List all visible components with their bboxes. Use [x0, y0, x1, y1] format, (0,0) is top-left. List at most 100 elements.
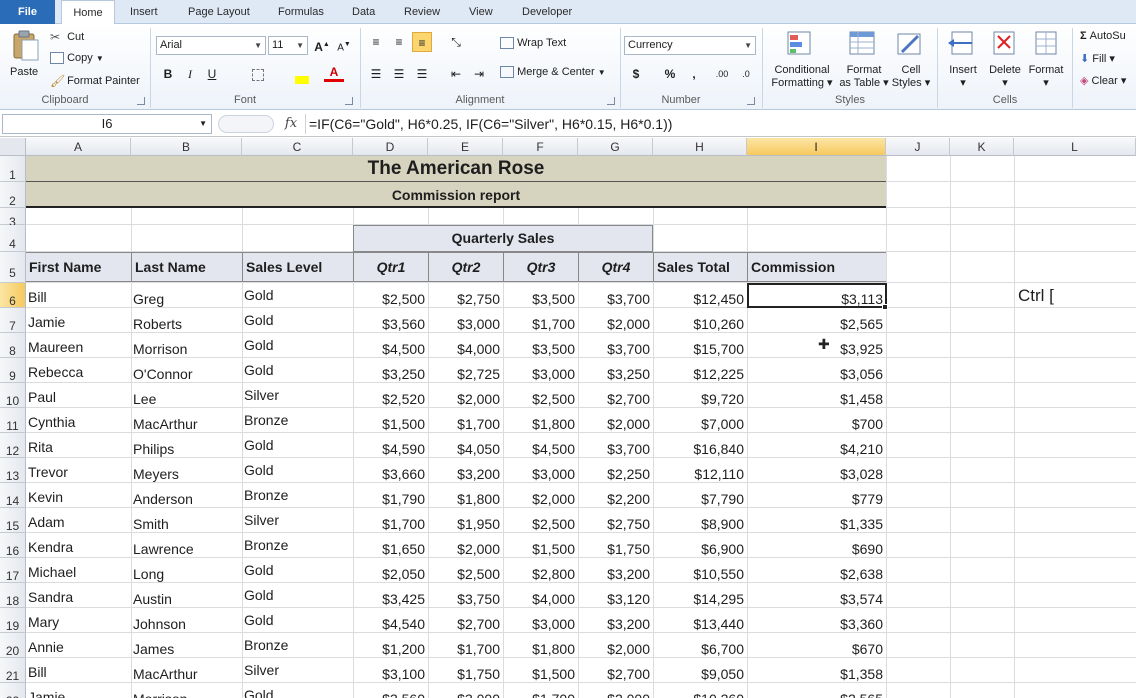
column-label-qtr1[interactable]: Qtr1 [353, 252, 428, 282]
table-cell[interactable]: $2,638 [747, 566, 886, 591]
column-header-a[interactable]: A [26, 138, 131, 156]
table-cell[interactable]: $2,700 [428, 616, 503, 641]
table-cell[interactable]: $2,500 [353, 291, 428, 316]
table-cell[interactable]: Anderson [131, 491, 242, 516]
row-header[interactable]: 15 [0, 508, 26, 533]
table-cell[interactable]: $1,800 [428, 491, 503, 516]
format-as-table-button[interactable]: Format as Table ▾ [838, 64, 890, 90]
conditional-formatting-icon[interactable] [786, 30, 816, 60]
table-cell[interactable]: $4,500 [353, 341, 428, 366]
decrease-indent-icon[interactable]: ⇤ [446, 64, 466, 84]
table-cell[interactable]: $1,800 [503, 641, 578, 666]
table-cell[interactable]: $3,250 [353, 366, 428, 391]
table-cell[interactable]: Gold [242, 612, 353, 637]
format-painter-button[interactable]: 🖌 Format Painter [50, 74, 140, 88]
table-cell[interactable]: $2,700 [578, 391, 653, 416]
table-cell[interactable]: $1,200 [353, 641, 428, 666]
table-cell[interactable]: $6,700 [653, 641, 747, 666]
row-header[interactable]: 1 [0, 156, 26, 182]
table-cell[interactable]: Gold [242, 587, 353, 612]
table-cell[interactable]: $3,925 [747, 341, 886, 366]
table-cell[interactable]: $3,700 [578, 341, 653, 366]
table-cell[interactable]: Rita [26, 439, 131, 464]
cell-styles-icon[interactable] [896, 30, 926, 60]
table-cell[interactable]: $9,720 [653, 391, 747, 416]
table-cell[interactable]: $2,500 [428, 566, 503, 591]
table-cell[interactable]: $1,335 [747, 516, 886, 541]
column-header-k[interactable]: K [950, 138, 1014, 156]
row-header[interactable]: 5 [0, 252, 26, 283]
table-cell[interactable]: Morrison [131, 341, 242, 366]
table-cell[interactable]: Silver [242, 512, 353, 537]
table-cell[interactable]: $7,790 [653, 491, 747, 516]
align-left-icon[interactable]: ☰ [366, 64, 386, 84]
tab-file[interactable]: File [0, 0, 55, 24]
table-cell[interactable]: $2,520 [353, 391, 428, 416]
table-cell[interactable]: $3,660 [353, 466, 428, 491]
fill-button[interactable]: ⬇ Fill ▾ [1080, 52, 1115, 65]
column-label-qtr3[interactable]: Qtr3 [503, 252, 578, 282]
row-header[interactable]: 9 [0, 358, 26, 383]
insert-cells-icon[interactable] [948, 30, 978, 60]
table-cell[interactable]: $3,700 [578, 291, 653, 316]
table-cell[interactable]: $4,540 [353, 616, 428, 641]
table-cell[interactable]: Austin [131, 591, 242, 616]
clipboard-dialog-launcher[interactable] [137, 97, 145, 105]
table-cell[interactable]: $2,050 [353, 566, 428, 591]
tab-insert[interactable]: Insert [130, 0, 158, 24]
row-header[interactable]: 7 [0, 308, 26, 333]
table-cell[interactable]: $2,000 [578, 691, 653, 698]
table-cell[interactable]: $7,000 [653, 416, 747, 441]
column-header-g[interactable]: G [578, 138, 653, 156]
decrease-decimal-icon[interactable]: .0 [736, 64, 756, 84]
table-cell[interactable]: Philips [131, 441, 242, 466]
table-cell[interactable]: $3,200 [578, 566, 653, 591]
table-cell[interactable]: $4,000 [503, 591, 578, 616]
wrap-text-button[interactable]: Wrap Text [500, 37, 566, 50]
table-cell[interactable]: Meyers [131, 466, 242, 491]
table-cell[interactable]: $3,700 [578, 441, 653, 466]
table-cell[interactable]: Gold [242, 337, 353, 362]
table-cell[interactable]: Bronze [242, 637, 353, 662]
font-name-combo[interactable]: Arial ▼ [156, 36, 266, 55]
column-header-c[interactable]: C [242, 138, 353, 156]
row-header[interactable]: 4 [0, 225, 26, 252]
alignment-dialog-launcher[interactable] [607, 97, 615, 105]
worksheet-grid[interactable]: A B C D E F G H I J K L The American Ros… [0, 138, 1136, 698]
table-cell[interactable]: $690 [747, 541, 886, 566]
column-header-e[interactable]: E [428, 138, 503, 156]
column-label-sales-level[interactable]: Sales Level [242, 252, 353, 282]
column-header-d[interactable]: D [353, 138, 428, 156]
table-cell[interactable]: $700 [747, 416, 886, 441]
column-header-l[interactable]: L [1014, 138, 1136, 156]
tab-page-layout[interactable]: Page Layout [188, 0, 250, 24]
table-cell[interactable]: $2,500 [503, 391, 578, 416]
align-right-icon[interactable]: ☰ [412, 64, 432, 84]
table-cell[interactable]: $2,565 [747, 691, 886, 698]
copy-button[interactable]: Copy ▼ [50, 52, 104, 65]
sheet-subtitle[interactable]: Commission report [26, 182, 886, 208]
table-cell[interactable]: Smith [131, 516, 242, 541]
table-cell[interactable]: Bronze [242, 412, 353, 437]
column-header-f[interactable]: F [503, 138, 578, 156]
table-cell[interactable]: $3,000 [503, 616, 578, 641]
table-cell[interactable]: $12,450 [653, 291, 747, 316]
orientation-icon[interactable]: ⤡ [446, 32, 466, 52]
table-cell[interactable]: $14,295 [653, 591, 747, 616]
column-label-sales-total[interactable]: Sales Total [653, 252, 747, 282]
table-cell[interactable]: $10,260 [653, 691, 747, 698]
table-cell[interactable]: $1,700 [503, 316, 578, 341]
row-header[interactable]: 3 [0, 208, 26, 229]
table-cell[interactable]: $1,750 [578, 541, 653, 566]
table-cell[interactable]: $1,790 [353, 491, 428, 516]
table-cell[interactable]: $3,750 [428, 591, 503, 616]
table-cell[interactable]: Michael [26, 564, 131, 589]
row-header[interactable]: 13 [0, 458, 26, 483]
table-cell[interactable]: Bronze [242, 487, 353, 512]
table-cell[interactable]: Lawrence [131, 541, 242, 566]
table-cell[interactable]: $2,000 [428, 391, 503, 416]
table-cell[interactable]: Rebecca [26, 364, 131, 389]
table-cell[interactable]: $670 [747, 641, 886, 666]
tab-review[interactable]: Review [404, 0, 440, 24]
insert-function-button[interactable]: fx [280, 114, 302, 134]
